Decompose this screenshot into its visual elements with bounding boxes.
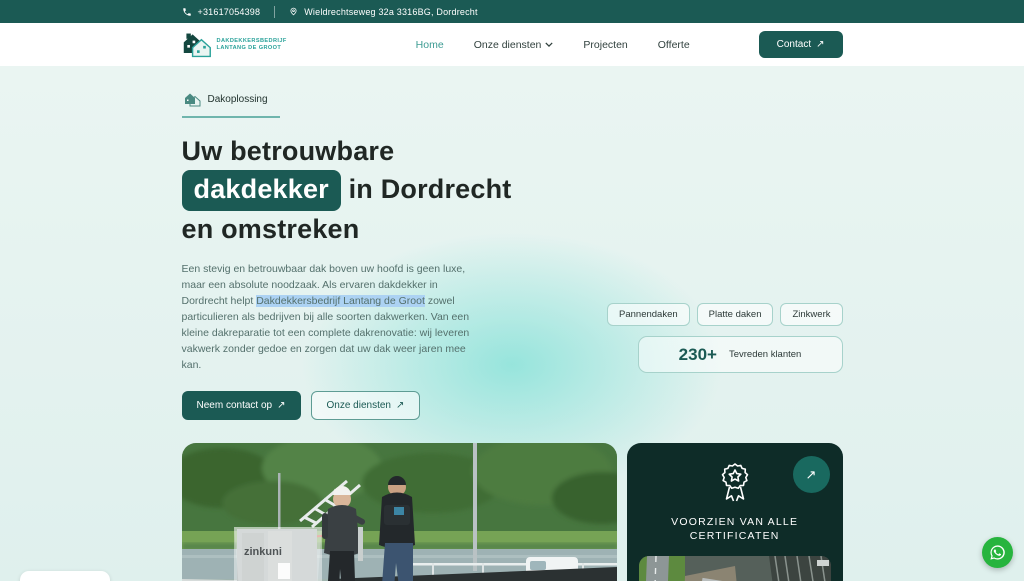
hero-section: Dakoplossing Uw betrouwbare dakdekker in… xyxy=(0,66,1024,581)
stats-value: 230+ xyxy=(679,345,717,365)
nav-item-onze-diensten[interactable]: Onze diensten xyxy=(474,39,554,51)
arrow-up-right-icon: ↗ xyxy=(806,467,817,483)
brand-name-line1: DAKDEKKERSBEDRIJF xyxy=(217,38,287,45)
topbar: +31617054398 Wieldrechtseweg 32a 3316BG,… xyxy=(0,0,1024,23)
nav-item-projecten[interactable]: Projecten xyxy=(583,39,627,51)
service-tags: Pannendaken Platte daken Zinkwerk xyxy=(638,303,843,326)
arrow-up-right-icon: ↗ xyxy=(816,39,824,50)
brand-name-line2: LANTANG DE GROOT xyxy=(217,45,287,52)
certificates-link-button[interactable]: ↗ xyxy=(793,456,830,493)
tag-pannendaken[interactable]: Pannendaken xyxy=(607,303,690,326)
topbar-divider xyxy=(274,6,275,18)
brand-houses-icon xyxy=(182,31,212,59)
hero-badge: Dakoplossing xyxy=(182,92,280,118)
bottom-left-popup-partial[interactable] xyxy=(20,571,110,581)
selected-text: Dakdekkersbedrijf Lantang de Groot xyxy=(256,295,425,307)
topbar-address-text: Wieldrechtseweg 32a 3316BG, Dordrecht xyxy=(304,7,478,17)
tag-zinkwerk[interactable]: Zinkwerk xyxy=(780,303,842,326)
topbar-phone[interactable]: +31617054398 xyxy=(182,7,261,17)
page-title: Uw betrouwbare dakdekker in Dordrecht en… xyxy=(182,133,843,248)
stats-label: Tevreden klanten xyxy=(729,349,801,360)
topbar-phone-text: +31617054398 xyxy=(198,7,261,17)
arrow-up-right-icon: ↗ xyxy=(277,400,285,411)
nav-item-offerte[interactable]: Offerte xyxy=(658,39,690,51)
navbar: DAKDEKKERSBEDRIJF LANTANG DE GROOT Home … xyxy=(0,23,1024,66)
aerial-photo xyxy=(639,556,831,581)
arrow-up-right-icon: ↗ xyxy=(396,400,404,411)
contact-button[interactable]: Contact ↗ xyxy=(759,31,843,58)
roofers-photo-illustration: zinkuni xyxy=(182,443,617,581)
onze-diensten-button[interactable]: Onze diensten ↗ xyxy=(311,391,421,420)
location-pin-icon xyxy=(289,6,298,17)
aerial-photo-illustration xyxy=(639,556,831,581)
whatsapp-icon xyxy=(989,544,1006,561)
certificates-card: ↗ VOORZIEN VAN ALLE CERTIFICATEN xyxy=(627,443,843,581)
brand-logo[interactable]: DAKDEKKERSBEDRIJF LANTANG DE GROOT xyxy=(182,31,287,59)
neem-contact-op-button[interactable]: Neem contact op ↗ xyxy=(182,391,301,420)
hero-paragraph: Een stevig en betrouwbaar dak boven uw h… xyxy=(182,261,482,373)
title-highlight-box: dakdekker xyxy=(182,170,341,211)
whatsapp-button[interactable] xyxy=(982,537,1013,568)
badge-houses-icon xyxy=(184,92,201,107)
svg-text:zinkuni: zinkuni xyxy=(244,546,282,558)
chevron-down-icon xyxy=(545,42,553,47)
certificates-card-title: VOORZIEN VAN ALLE CERTIFICATEN xyxy=(655,515,815,543)
main-menu: Home Onze diensten Projecten Offerte xyxy=(416,39,690,51)
phone-icon xyxy=(182,7,192,17)
nav-item-home[interactable]: Home xyxy=(416,39,444,51)
hero-photo-roofers: zinkuni xyxy=(182,443,617,581)
tag-platte-daken[interactable]: Platte daken xyxy=(697,303,774,326)
hero-badge-label: Dakoplossing xyxy=(208,94,268,105)
certificate-rosette-icon xyxy=(716,461,754,503)
topbar-address[interactable]: Wieldrechtseweg 32a 3316BG, Dordrecht xyxy=(289,6,478,17)
satisfied-customers-badge: 230+ Tevreden klanten xyxy=(638,336,843,373)
